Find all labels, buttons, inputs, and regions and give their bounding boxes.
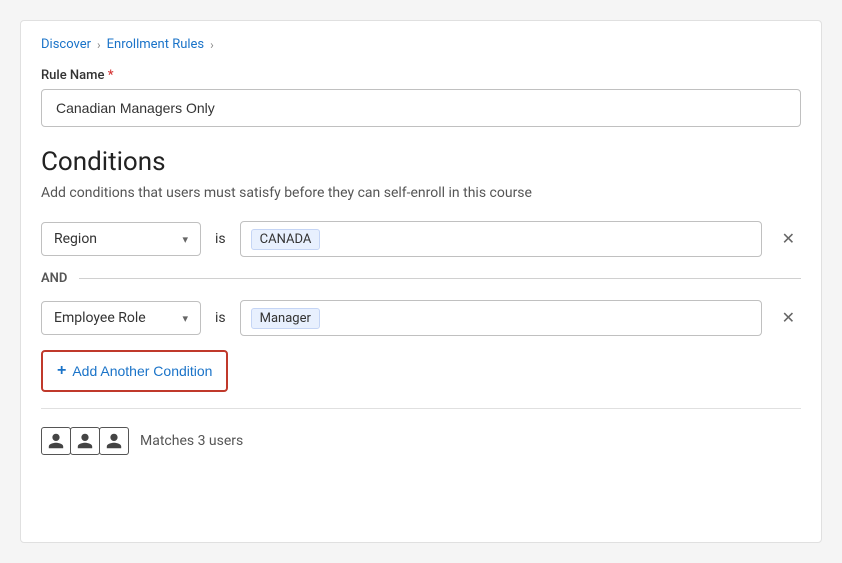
user-icon-2 xyxy=(70,427,100,455)
matches-row: Matches 3 users xyxy=(41,423,801,459)
breadcrumb-separator-1: › xyxy=(97,38,101,52)
condition-row-2: Employee Role ▾ is Manager ✕ xyxy=(41,300,801,336)
bottom-divider xyxy=(41,408,801,409)
users-icon-group xyxy=(41,427,128,455)
breadcrumb-enrollment-rules[interactable]: Enrollment Rules xyxy=(107,37,204,52)
condition1-remove-button[interactable]: ✕ xyxy=(776,225,801,253)
condition1-value-tag: CANADA xyxy=(251,229,321,250)
user-icon-3 xyxy=(99,427,129,455)
condition1-field-label: Region xyxy=(54,231,97,247)
conditions-title: Conditions xyxy=(41,147,801,177)
add-condition-label: Add Another Condition xyxy=(72,363,212,379)
chevron-down-icon-2: ▾ xyxy=(182,312,188,325)
condition2-value-container[interactable]: Manager xyxy=(240,300,762,336)
rule-name-input[interactable] xyxy=(41,89,801,127)
condition2-value-tag: Manager xyxy=(251,308,320,329)
rule-name-field: Rule Name * xyxy=(41,68,801,147)
add-another-condition-button[interactable]: + Add Another Condition xyxy=(41,350,228,392)
and-label: AND xyxy=(41,271,67,286)
condition1-field-dropdown[interactable]: Region ▾ xyxy=(41,222,201,256)
matches-text: Matches 3 users xyxy=(140,433,243,449)
chevron-down-icon: ▾ xyxy=(182,233,188,246)
condition-row-1: Region ▾ is CANADA ✕ xyxy=(41,221,801,257)
condition2-remove-button[interactable]: ✕ xyxy=(776,304,801,332)
condition2-field-dropdown[interactable]: Employee Role ▾ xyxy=(41,301,201,335)
and-divider-line xyxy=(79,278,801,279)
required-indicator: * xyxy=(108,68,114,83)
rule-name-label: Rule Name * xyxy=(41,68,801,83)
user-icon-1 xyxy=(41,427,71,455)
breadcrumb-discover[interactable]: Discover xyxy=(41,37,91,52)
condition1-operator: is xyxy=(211,231,230,247)
breadcrumb: Discover › Enrollment Rules › xyxy=(41,37,801,52)
condition2-operator: is xyxy=(211,310,230,326)
condition2-field-label: Employee Role xyxy=(54,310,146,326)
conditions-description: Add conditions that users must satisfy b… xyxy=(41,185,801,201)
page-container: Discover › Enrollment Rules › Rule Name … xyxy=(20,20,822,543)
and-separator: AND xyxy=(41,271,801,286)
breadcrumb-separator-2: › xyxy=(210,38,214,52)
plus-icon: + xyxy=(57,362,66,380)
condition1-value-container[interactable]: CANADA xyxy=(240,221,762,257)
